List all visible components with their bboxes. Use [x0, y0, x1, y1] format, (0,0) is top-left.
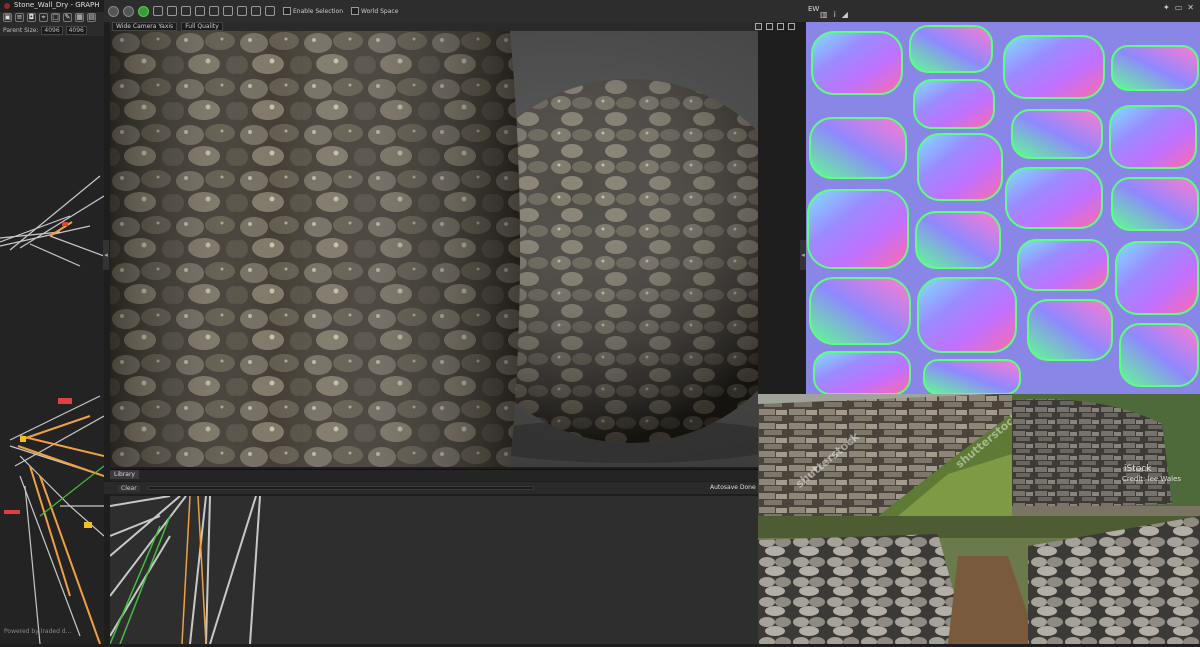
frame-all-icon[interactable]: ▣ [3, 13, 12, 22]
scale-tool-icon[interactable] [195, 6, 205, 16]
status-text: Powered by Iraded d... [4, 628, 72, 635]
checkbox-icon [351, 7, 359, 15]
parent-size-width[interactable]: 4096 [41, 26, 63, 35]
pin-window-icon[interactable]: ✦ [1163, 3, 1170, 12]
parent-size-label: Parent Size: [3, 27, 39, 34]
histogram-icon[interactable]: ▥ [820, 10, 828, 19]
rotate-tool-icon[interactable] [181, 6, 191, 16]
frame-icon[interactable]: □ [51, 13, 60, 22]
light-icon[interactable] [209, 6, 219, 16]
channels-icon[interactable]: ◢ [842, 10, 848, 19]
close-window-icon[interactable]: ✕ [1187, 3, 1194, 12]
select-tool-icon[interactable] [153, 6, 163, 16]
shading-icon[interactable] [123, 5, 134, 17]
viewport-subtoolbar: Wide Camera Yaxis Full Quality [110, 22, 760, 31]
quality-dropdown[interactable]: Full Quality [181, 22, 223, 31]
viewport-toolbar: Enable Selection World Space [104, 0, 804, 22]
info-icon[interactable]: i [834, 10, 836, 19]
restore-window-icon[interactable]: ▭ [1175, 3, 1183, 12]
graph-toolbar: ▣ ≡ ◘ ⌖ □ ✎ ▦ ▤ [0, 12, 104, 24]
camera-icon[interactable]: ◘ [27, 13, 36, 22]
node-graph-wires [0, 175, 105, 645]
crosshair-icon[interactable] [766, 23, 773, 30]
node-graph-canvas[interactable] [0, 36, 105, 645]
comment-icon[interactable]: ✎ [63, 13, 72, 22]
3d-viewport[interactable] [110, 31, 758, 467]
node-graph-canvas-lower[interactable] [109, 495, 760, 645]
enable-selection-checkbox[interactable]: Enable Selection [283, 7, 343, 15]
marquee-icon[interactable] [223, 6, 233, 16]
layout-icon[interactable]: ▤ [87, 13, 96, 22]
brush-icon[interactable] [265, 6, 275, 16]
world-space-checkbox[interactable]: World Space [351, 7, 398, 15]
normal-map-preview[interactable] [806, 22, 1200, 394]
checkbox-icon [283, 7, 291, 15]
clear-button[interactable]: Clear [118, 484, 140, 492]
pin-icon[interactable]: ⌖ [39, 13, 48, 22]
graph-panel-title: Stone_Wall_Dry - GRAPH [0, 0, 104, 12]
istock-credit: Credit: lee Wales [1122, 475, 1182, 483]
enable-selection-label: Enable Selection [293, 7, 343, 15]
texture-view-title: EW [808, 5, 820, 13]
align-icon[interactable]: ≡ [15, 13, 24, 22]
progress-bar [148, 486, 534, 490]
texture-view-header: EW [804, 0, 1200, 22]
dry-stone-wall-photo-3 [758, 516, 1200, 644]
graph-status-icon [4, 3, 10, 9]
maximize-icon[interactable] [777, 23, 784, 30]
texture-view-window-icons: ✦ ▭ ✕ [1163, 3, 1194, 12]
normal-map-image [806, 22, 1200, 394]
stone-wall-preview [110, 31, 758, 467]
reference-photo-3 [758, 516, 1200, 644]
render-mode-icon[interactable] [108, 5, 119, 17]
reference-photo-2: iStock Credit: lee Wales [1012, 394, 1200, 516]
camera-dropdown[interactable]: Wide Camera Yaxis [112, 22, 178, 31]
grid-icon[interactable]: ▦ [75, 13, 84, 22]
library-bar [110, 469, 760, 481]
graph-title-text: Stone_Wall_Dry - GRAPH [14, 1, 100, 9]
texture-view-tools: ▥ i ◢ [820, 10, 848, 19]
lasso-icon[interactable] [237, 6, 247, 16]
parent-size-height[interactable]: 4096 [65, 26, 87, 35]
popout-icon[interactable] [788, 23, 795, 30]
move-tool-icon[interactable] [167, 6, 177, 16]
left-collapse-handle[interactable]: ◂ [103, 240, 109, 270]
istock-logo: iStock [1124, 464, 1152, 474]
dry-stone-wall-photo-2 [1012, 394, 1200, 516]
sphere-icon[interactable] [251, 6, 261, 16]
settings-icon[interactable] [755, 23, 762, 30]
world-space-label: World Space [361, 7, 399, 15]
library-tab[interactable]: Library [110, 470, 139, 479]
parent-size-row: Parent Size: 4096 4096 [0, 24, 104, 36]
iray-icon[interactable] [138, 5, 149, 17]
autosave-status: Autosave Done [710, 484, 756, 491]
node-graph-wires-lower [109, 495, 261, 645]
reference-photo-1: shutterstock shutterstock [758, 394, 1012, 516]
